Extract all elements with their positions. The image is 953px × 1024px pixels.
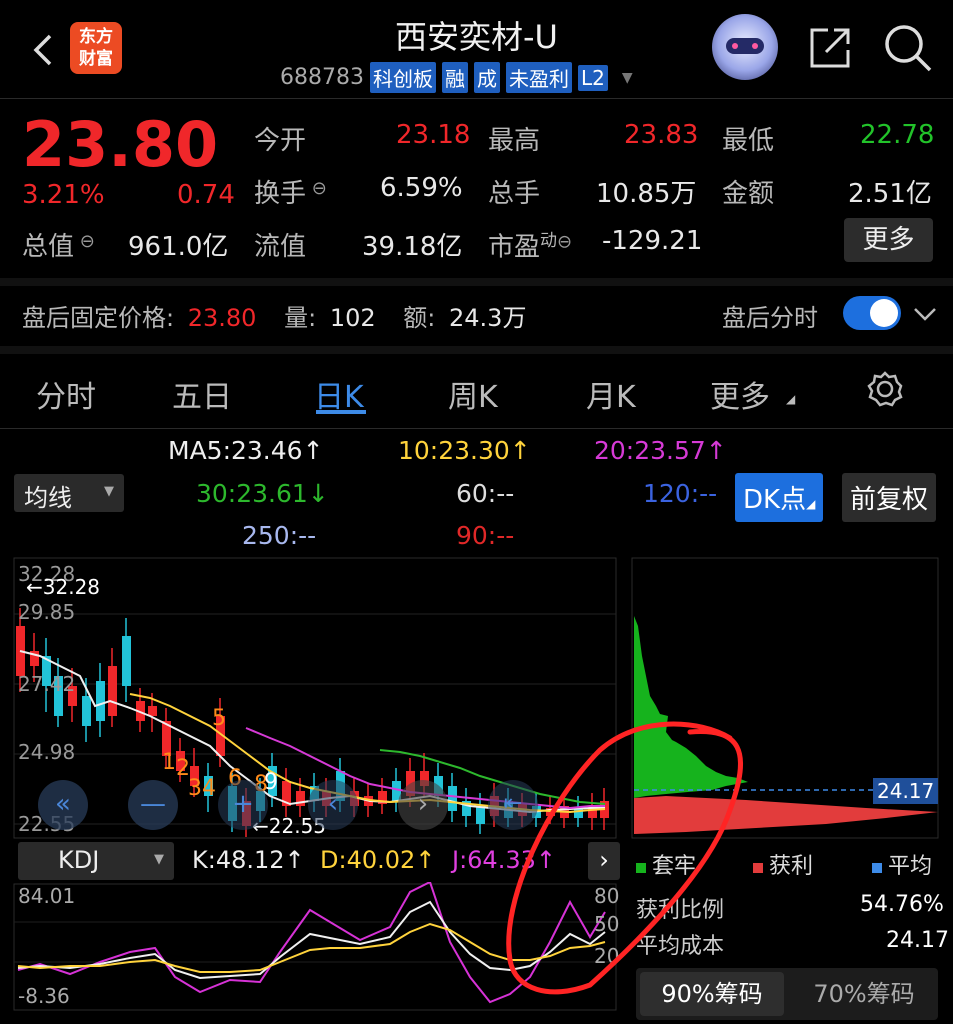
after-hours-row: 盘后固定价格: 23.80 量: 102 额: 24.3万	[22, 304, 527, 332]
ma120-value: 120:--	[643, 479, 718, 508]
candle-body	[148, 706, 157, 716]
tab-weekly-k[interactable]: 周K	[448, 372, 498, 416]
volume-label: 总手	[488, 179, 541, 209]
tag-component: 成	[473, 62, 500, 93]
period-tabs: 分时 五日 日K 周K 月K 更多 ◢	[0, 360, 953, 420]
more-button[interactable]: 更多	[844, 218, 933, 262]
after-hours-toggle[interactable]	[843, 296, 901, 330]
stock-subtitle: 688783 科创板 融 成 未盈利 L2 ▼	[280, 62, 633, 93]
kdj-k-value: K:48.12↑	[192, 846, 305, 874]
signal-mark: 9	[264, 770, 278, 795]
change-percent: 3.21%	[22, 180, 105, 210]
candle-body	[122, 636, 131, 686]
change-amount: 0.74	[177, 180, 235, 210]
signal-mark: 4	[202, 776, 216, 801]
forward-adjust-button[interactable]: 前复权	[842, 473, 937, 522]
ma30-value: 30:23.61↓	[196, 479, 329, 508]
ma90-value: 90:--	[456, 521, 515, 550]
chevron-down-icon[interactable]	[912, 304, 938, 328]
market-cap-row: 总值 ⊖	[22, 231, 95, 262]
info-icon[interactable]: ⊖	[74, 231, 95, 252]
profit-ratio-value: 54.76%	[860, 892, 944, 917]
kdj-axis-bottom: -8.36	[18, 984, 70, 1008]
amount-label: 金额	[722, 179, 775, 209]
high-label: 最高	[488, 126, 541, 156]
current-price: 23.80	[22, 108, 219, 181]
ma5-value: MA5:23.46↑	[168, 436, 324, 465]
chip-avg-marker: 24.17	[873, 778, 939, 804]
step-right-button[interactable]: ›	[398, 780, 448, 830]
kdj-d-value: D:40.02↑	[320, 846, 436, 874]
after-hours-toggle-label: 盘后分时	[722, 304, 818, 332]
candle-body	[82, 696, 91, 726]
price-axis-label: 27.42	[18, 672, 76, 696]
dropdown-icon[interactable]: ▼	[622, 70, 633, 86]
info-icon[interactable]: ⊖	[557, 232, 572, 253]
ma10-value: 10:23.30↑	[398, 436, 531, 465]
tag-l2: L2	[577, 64, 608, 91]
scroll-left-button[interactable]: «	[38, 780, 88, 830]
step-left-button[interactable]: ‹	[308, 780, 358, 830]
pe-row: 市盈动⊖	[488, 231, 573, 263]
turnover-value: 6.59%	[380, 173, 463, 203]
signal-mark: 5	[212, 706, 226, 731]
tab-intraday[interactable]: 分时	[36, 372, 96, 416]
indicator-select-kdj[interactable]: KDJ ▼	[18, 842, 174, 880]
corner-triangle-icon: ◢	[786, 392, 796, 406]
low-label: 最低	[722, 126, 775, 156]
tab-five-day[interactable]: 五日	[172, 372, 232, 416]
candle-body	[96, 681, 105, 721]
open-value: 23.18	[396, 120, 471, 150]
info-icon[interactable]: ⊖	[306, 178, 327, 199]
candle-body	[448, 786, 457, 811]
stock-code: 688783	[280, 65, 364, 90]
tag-margin: 融	[441, 62, 468, 93]
zoom-out-button[interactable]: —	[128, 780, 178, 830]
avg-cost-value: 24.17	[886, 928, 949, 953]
pe-value: -129.21	[602, 226, 703, 256]
ma20-value: 20:23.57↑	[594, 436, 727, 465]
tab-indicator	[316, 410, 366, 414]
open-label: 今开	[254, 126, 307, 156]
ma250-value: 250:--	[242, 521, 317, 550]
ma60-value: 60:--	[456, 479, 515, 508]
float-value: 39.18亿	[362, 232, 463, 262]
market-cap: 961.0亿	[128, 232, 229, 262]
robot-assistant-icon[interactable]	[712, 14, 778, 80]
signal-mark: 3	[188, 776, 202, 801]
tag-star-market: 科创板	[369, 62, 436, 93]
tab-monthly-k[interactable]: 月K	[586, 372, 636, 416]
tab-more[interactable]: 更多	[710, 372, 770, 416]
share-icon[interactable]	[806, 24, 854, 76]
amount-value: 2.51亿	[848, 179, 932, 209]
low-value: 22.78	[860, 120, 935, 150]
annotation-circle	[506, 721, 744, 995]
float-label: 流值	[254, 232, 307, 262]
settings-icon[interactable]	[866, 370, 904, 412]
search-icon[interactable]	[882, 22, 934, 78]
indicator-select-ma[interactable]: 均线 ▼	[14, 474, 124, 512]
turnover-row: 换手 ⊖	[254, 178, 327, 209]
candle-body	[108, 666, 117, 716]
zoom-in-button[interactable]: +	[218, 780, 268, 830]
volume-value: 10.85万	[596, 179, 697, 209]
price-axis-label: 29.85	[18, 600, 76, 624]
dk-point-button[interactable]: DK点◢	[735, 473, 824, 522]
max-price-marker: ←32.28	[26, 575, 101, 599]
candle-body	[476, 806, 485, 824]
tag-unprofitable: 未盈利	[505, 62, 572, 93]
kdj-axis-top: 84.01	[18, 884, 76, 908]
price-axis-label: 24.98	[18, 740, 76, 764]
tab-chip-70[interactable]: 70%筹码	[792, 972, 936, 1016]
high-value: 23.83	[624, 120, 699, 150]
signal-mark: 1	[162, 750, 176, 775]
